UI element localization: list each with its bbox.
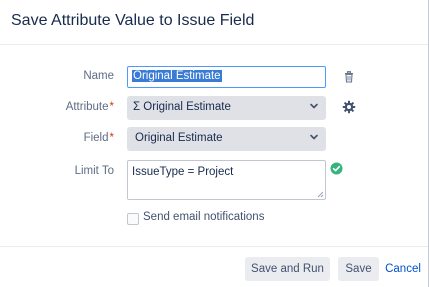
attribute-required-marker: * [109,101,114,113]
field-required-marker: * [109,132,114,144]
limit-to-textarea[interactable]: IssueType = Project [127,160,326,200]
name-input[interactable]: Original Estimate [127,66,326,88]
dialog-title: Save Attribute Value to Issue Field [11,12,255,29]
cancel-button[interactable]: Cancel [383,257,423,281]
header-divider [0,44,428,45]
attribute-select[interactable]: Σ Original Estimate [127,96,326,120]
name-label-text: Name [83,70,114,82]
limit-to-value: IssueType = Project [132,166,234,178]
attribute-label: Attribute* [0,101,114,113]
check-circle-icon [330,162,343,175]
field-select[interactable]: Original Estimate [127,127,326,151]
send-email-checkbox[interactable] [127,213,139,225]
chevron-down-icon [310,134,318,140]
footer-divider [0,246,428,247]
send-email-label[interactable]: Send email notifications [143,211,264,223]
field-label: Field* [0,132,114,144]
save-attribute-dialog: Save Attribute Value to Issue Field Name… [0,0,429,287]
attribute-select-value: Σ Original Estimate [133,101,231,113]
field-select-value: Original Estimate [135,132,223,144]
chevron-down-icon [310,103,318,109]
field-label-text: Field [83,132,109,144]
gear-icon[interactable] [342,100,356,114]
trash-icon[interactable] [342,70,356,84]
limit-to-label: Limit To [0,165,114,177]
name-input-value: Original Estimate [132,70,222,82]
save-and-run-button[interactable]: Save and Run [245,257,330,281]
save-button[interactable]: Save [338,257,379,281]
resize-handle-icon[interactable] [316,190,324,198]
limit-to-label-text: Limit To [74,165,114,177]
attribute-label-text: Attribute [65,101,109,113]
name-label: Name [0,70,114,82]
